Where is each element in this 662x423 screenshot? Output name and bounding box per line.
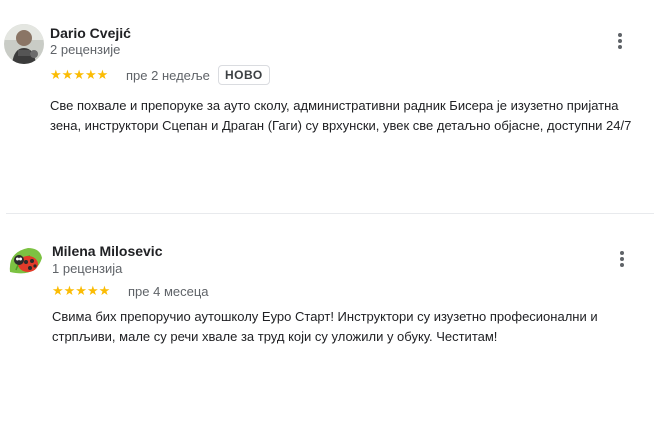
- review-divider: [6, 213, 654, 214]
- reviewer-review-count[interactable]: 1 рецензија: [52, 261, 122, 276]
- more-options-button[interactable]: [610, 247, 634, 271]
- ladybug-avatar-icon: [6, 242, 46, 282]
- star-rating: ★★★★★: [52, 283, 111, 298]
- review-text: Свима бих препоручио аутошколу Еуро Стар…: [52, 309, 598, 344]
- more-vert-icon-dot: [620, 257, 624, 261]
- more-vert-icon-dot: [620, 263, 624, 267]
- reviewer-name[interactable]: Milena Milosevic: [52, 243, 162, 259]
- reviews-panel: Dario Cvejić 2 рецензије ★★★★★ пре 2 нед…: [0, 0, 662, 423]
- review-card: Milena Milosevic 1 рецензија ★★★★★ пре 4…: [0, 0, 662, 344]
- reviewer-avatar[interactable]: [6, 242, 46, 282]
- review-date: пре 4 месеца: [128, 284, 209, 299]
- more-vert-icon: [620, 251, 624, 255]
